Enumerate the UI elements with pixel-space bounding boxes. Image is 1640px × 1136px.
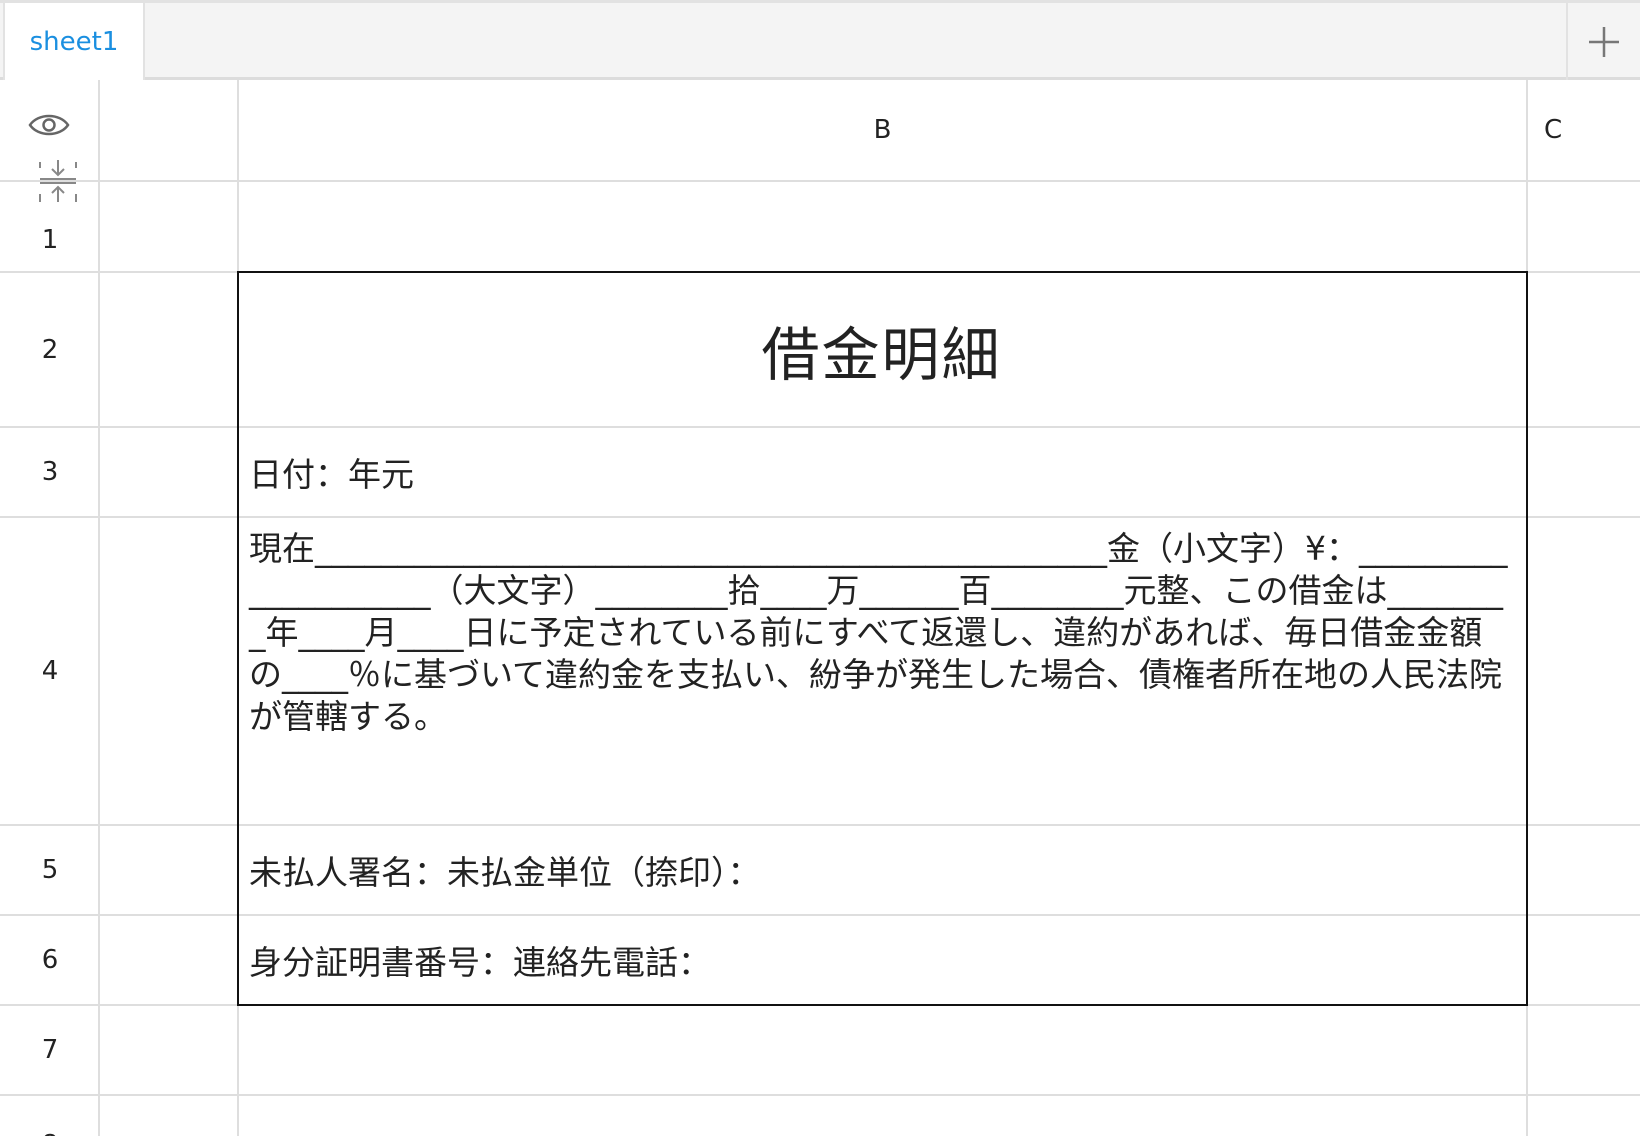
row-header-8[interactable]: 8 (0, 1096, 100, 1136)
column-header-b[interactable]: B (239, 80, 1526, 180)
cell-b3-date[interactable]: 日付：年元 (239, 428, 1524, 516)
cell-b6-id-phone[interactable]: 身分証明書番号：連絡先電話： (239, 916, 1524, 1004)
add-sheet-button[interactable] (1566, 3, 1640, 80)
row-header-7[interactable]: 7 (0, 1006, 100, 1094)
row-header-2[interactable]: 2 (0, 273, 100, 426)
tab-sheet1[interactable]: sheet1 (3, 3, 145, 80)
cell-b5-signature[interactable]: 未払人署名：未払金単位（捺印）： (239, 826, 1524, 914)
row-header-3[interactable]: 3 (0, 428, 100, 516)
row-header-5[interactable]: 5 (0, 826, 100, 914)
column-header-c[interactable]: C (1528, 80, 1640, 180)
cell-b4-body[interactable]: 現在______________________________________… (239, 518, 1524, 824)
row-header-1[interactable]: 1 (0, 208, 100, 271)
spreadsheet-grid: B C 1 2 3 4 5 6 7 8 借金明細 日付：年元 現在_______… (0, 80, 1640, 1136)
plus-icon (1589, 26, 1619, 57)
freeze-rows-icon[interactable] (38, 160, 78, 202)
row-header-6[interactable]: 6 (0, 916, 100, 1004)
cell-b2-title[interactable]: 借金明細 (239, 273, 1524, 426)
eye-icon[interactable] (28, 110, 70, 140)
row-header-4[interactable]: 4 (0, 518, 100, 824)
sheet-tab-bar: sheet1 (0, 0, 1640, 80)
